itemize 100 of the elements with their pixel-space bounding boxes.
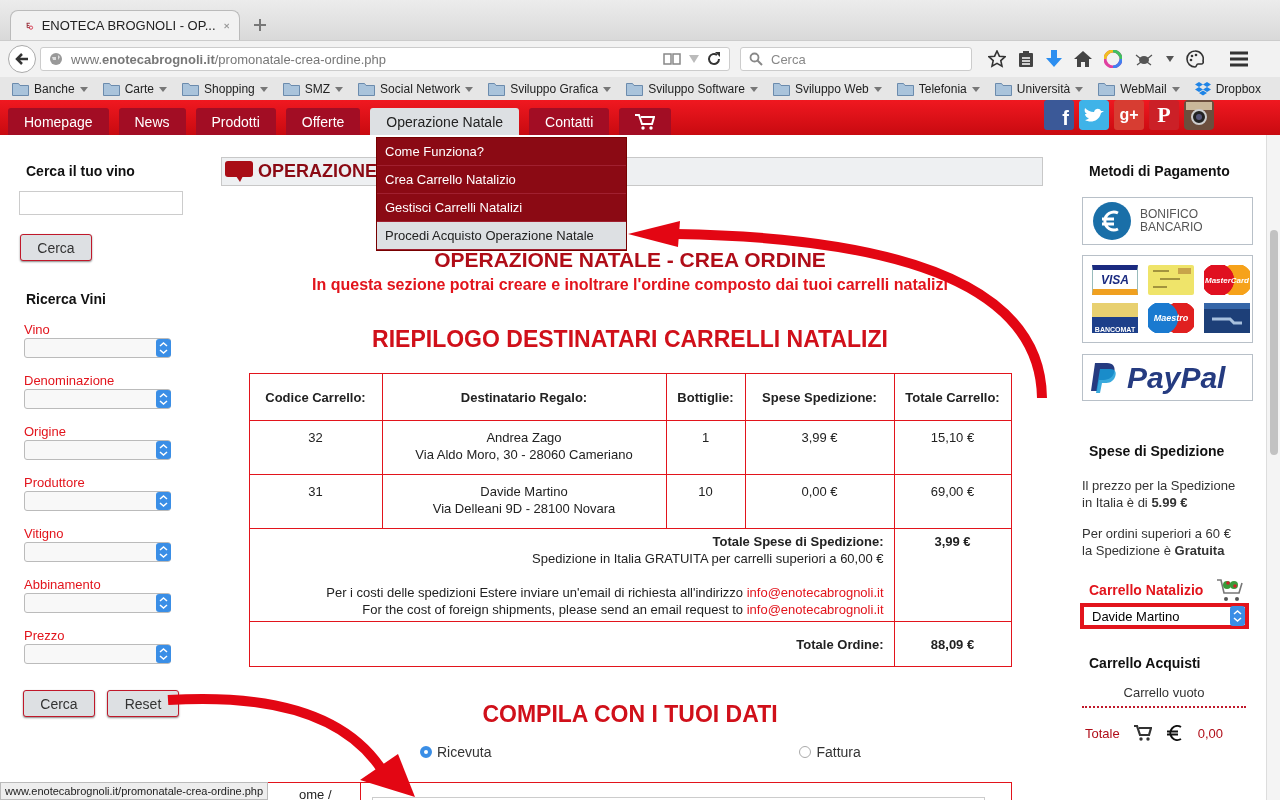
bookmark-folder[interactable]: Sviluppo Software: [626, 82, 758, 96]
nav-tab[interactable]: Operazione Natale: [370, 108, 520, 135]
bookmark-folder[interactable]: Social Network: [358, 82, 474, 96]
cart-tab[interactable]: [619, 108, 672, 135]
scrollbar[interactable]: [1266, 135, 1280, 800]
table-cell: 31: [249, 474, 382, 529]
reader-icon[interactable]: [663, 52, 681, 66]
browser-tab[interactable]: ENOTECA BROGNOLI - OP...: [10, 10, 240, 40]
folder-icon: [1098, 82, 1116, 96]
facebook-icon[interactable]: f: [1044, 100, 1074, 130]
search-field[interactable]: [19, 191, 183, 215]
select-field[interactable]: [24, 440, 171, 460]
bookmark-folder[interactable]: Telefonia: [896, 82, 980, 96]
radio-option[interactable]: Ricevuta: [420, 744, 492, 760]
back-button[interactable]: [8, 45, 36, 73]
caret-icon: [465, 86, 474, 92]
scrollbar-thumb[interactable]: [1270, 230, 1278, 455]
email-link[interactable]: info@enotecabrognoli.it: [746, 585, 884, 600]
caret-icon: [1075, 86, 1084, 92]
column-header: Codice Carrello:: [249, 373, 382, 421]
folder-icon: [102, 82, 120, 96]
radio-button[interactable]: [799, 746, 812, 758]
shipping-note: Per ordini superiori a 60 € la Spedizione è Gratuita: [1082, 525, 1232, 559]
total-label: Totale: [1085, 725, 1120, 741]
folder-icon: [12, 82, 29, 96]
menu-icon[interactable]: [1230, 51, 1248, 67]
bookmark-folder[interactable]: Banche: [12, 82, 88, 96]
reload-icon[interactable]: [707, 52, 721, 66]
column-header: Totale Carrello:: [894, 373, 1011, 421]
color-wheel-icon[interactable]: [1104, 50, 1122, 68]
caret-icon[interactable]: [1166, 56, 1174, 62]
palette-icon[interactable]: [1186, 50, 1204, 68]
address-bar[interactable]: www.enotecabrognoli.it/promonatale-crea-ordine.php: [40, 47, 730, 71]
column-header: Destinatario Regalo:: [382, 373, 666, 421]
bookmark-folder[interactable]: Shopping: [182, 82, 268, 96]
column-header: Spese Spedizione:: [745, 373, 894, 421]
caret-icon: [873, 86, 882, 92]
bookmark-folder[interactable]: Università: [994, 82, 1084, 96]
search-button[interactable]: Cerca: [23, 690, 95, 717]
folder-icon: [488, 82, 506, 96]
section-title: Cerca il tuo vino: [26, 163, 135, 179]
pinterest-icon[interactable]: P: [1149, 100, 1179, 130]
caret-icon: [259, 86, 268, 92]
select-field[interactable]: [24, 491, 171, 511]
section-title: Carrello Natalizio: [1089, 582, 1204, 598]
table-cell: 3,99 €: [894, 528, 1011, 622]
table-cell: 69,00 €: [894, 474, 1011, 529]
section-title: Ricerca Vini: [26, 291, 106, 307]
bookmark-folder[interactable]: Carte: [102, 82, 168, 96]
menu-item[interactable]: Procedi Acquisto Operazione Natale: [377, 222, 626, 250]
nav-tab[interactable]: Homepage: [8, 108, 109, 135]
menu-item[interactable]: Crea Carrello Natalizio: [377, 166, 626, 194]
section-title: Metodi di Pagamento: [1089, 163, 1230, 179]
clipboard-icon[interactable]: [1018, 50, 1034, 68]
bookmark-folder[interactable]: Sviluppo Grafica: [488, 82, 612, 96]
select-field[interactable]: [24, 338, 171, 358]
reset-button[interactable]: Reset: [107, 690, 179, 717]
banner-title: OPERAZIONE: [258, 161, 377, 182]
bookmark-folder[interactable]: SMZ: [282, 82, 344, 96]
cart-icon: [635, 113, 656, 130]
nav-tab[interactable]: Contatti: [529, 108, 610, 135]
shipping-note: Il prezzo per la Spedizione in Italia è di 5.99 €: [1082, 477, 1237, 511]
camera-icon[interactable]: [1184, 100, 1214, 130]
filter-label: Produttore: [24, 475, 85, 490]
visa-logo: VISA: [1092, 265, 1138, 295]
google-plus-icon[interactable]: g+: [1114, 100, 1144, 130]
bird-icon[interactable]: [1079, 100, 1109, 130]
search-button[interactable]: Cerca: [20, 234, 92, 261]
nav-tab[interactable]: News: [118, 108, 186, 135]
bookmark-star-icon[interactable]: [988, 50, 1006, 68]
nav-tab[interactable]: Prodotti: [195, 108, 276, 135]
gift-cart-icon: [1215, 577, 1246, 603]
download-icon[interactable]: [1046, 50, 1062, 68]
empty-cart-text: Carrello vuoto: [1082, 685, 1246, 708]
search-icon: [749, 52, 763, 66]
caret-icon: [749, 86, 758, 92]
select-field[interactable]: [24, 644, 171, 664]
select-field[interactable]: Davide Martino: [1080, 603, 1249, 629]
paypal-icon: [1089, 360, 1119, 395]
email-link[interactable]: info@enotecabrognoli.it: [746, 602, 884, 617]
caret-icon: [1171, 86, 1180, 92]
bookmark-folder[interactable]: WebMail: [1098, 82, 1180, 96]
home-icon[interactable]: [1074, 51, 1092, 67]
close-icon[interactable]: [223, 20, 229, 31]
new-tab-icon[interactable]: [254, 19, 266, 31]
select-field[interactable]: [24, 542, 171, 562]
select-field[interactable]: [24, 593, 171, 613]
bookmark-folder[interactable]: Dropbox: [1194, 82, 1261, 96]
select-field[interactable]: [24, 389, 171, 409]
status-bar: www.enotecabrognoli.it/promonatale-crea-ordine.php: [0, 782, 269, 800]
cart-icon: [1133, 725, 1152, 741]
bank-transfer-logo: BONIFICO BANCARIO: [1082, 197, 1253, 245]
folder-icon: [182, 82, 200, 96]
nav-tab[interactable]: Offerte: [285, 108, 361, 135]
radio-button[interactable]: [420, 746, 432, 758]
radio-option[interactable]: Fattura: [799, 744, 861, 760]
stepper-icon: [156, 390, 171, 408]
bookmark-folder[interactable]: Sviluppo Web: [772, 82, 882, 96]
search-field[interactable]: Cerca: [740, 47, 972, 71]
menu-item[interactable]: Come Funziona?: [377, 138, 626, 166]
